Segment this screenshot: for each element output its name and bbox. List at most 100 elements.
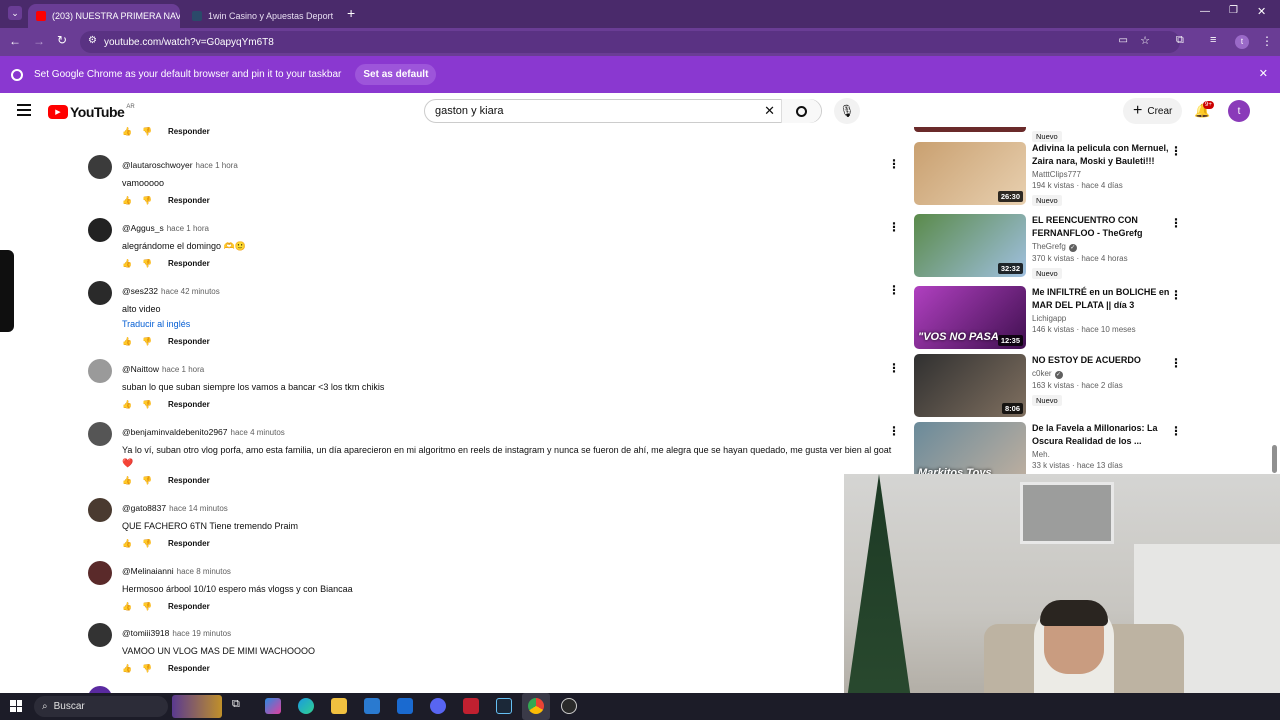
profile-avatar[interactable]: t bbox=[1235, 35, 1249, 49]
video-thumbnail[interactable]: 26:30 bbox=[914, 142, 1026, 205]
commenter-avatar[interactable] bbox=[88, 218, 112, 242]
antivirus-shield-icon[interactable] bbox=[463, 698, 479, 714]
commenter-handle[interactable]: @ses232 bbox=[122, 286, 158, 296]
commenter-avatar[interactable] bbox=[88, 623, 112, 647]
back-arrow-icon[interactable]: ← bbox=[9, 34, 21, 48]
like-icon[interactable]: 👍 bbox=[122, 127, 132, 136]
reload-icon[interactable]: ↻ bbox=[57, 33, 67, 47]
video-title[interactable]: De la Favela a Millonarios: La Oscura Re… bbox=[1032, 422, 1172, 448]
comment-timestamp[interactable]: hace 42 minutos bbox=[161, 287, 220, 296]
tab-1win[interactable]: 1win Casino y Apuestas Deport ✕ bbox=[184, 4, 338, 28]
microsoft-store-icon[interactable] bbox=[364, 698, 380, 714]
site-info-icon[interactable]: ⚙ bbox=[88, 35, 97, 46]
search-button[interactable] bbox=[781, 99, 821, 123]
channel-name[interactable]: TheGrefg bbox=[1032, 242, 1066, 251]
install-app-icon[interactable]: ▭ bbox=[1119, 35, 1128, 46]
file-explorer-icon[interactable] bbox=[331, 698, 347, 714]
account-avatar[interactable]: t bbox=[1228, 100, 1250, 122]
like-icon[interactable]: 👍 bbox=[122, 400, 132, 409]
commenter-handle[interactable]: @Melinaianni bbox=[122, 566, 174, 576]
dislike-icon[interactable]: 👎 bbox=[142, 602, 152, 611]
reply-button[interactable]: Responder bbox=[168, 400, 210, 409]
channel-name[interactable]: Meh. bbox=[1032, 450, 1050, 459]
dislike-icon[interactable]: 👎 bbox=[142, 400, 152, 409]
video-menu-kebab-icon[interactable]: ⋮ bbox=[1170, 288, 1182, 302]
chrome-menu-icon[interactable]: ⋮ bbox=[1261, 34, 1273, 48]
forward-arrow-icon[interactable]: → bbox=[33, 34, 45, 48]
commenter-avatar[interactable] bbox=[88, 422, 112, 446]
video-thumbnail[interactable]: 32:32 bbox=[914, 214, 1026, 277]
commenter-avatar[interactable] bbox=[88, 498, 112, 522]
side-panel-handle[interactable] bbox=[0, 250, 14, 332]
translate-link[interactable]: Traducir al inglés bbox=[122, 319, 892, 329]
like-icon[interactable]: 👍 bbox=[122, 664, 132, 673]
comment-menu-kebab-icon[interactable]: ⋮ bbox=[888, 424, 900, 438]
comment-menu-kebab-icon[interactable]: ⋮ bbox=[888, 361, 900, 375]
video-thumbnail-partial[interactable] bbox=[914, 127, 1026, 132]
voice-search-mic-icon[interactable]: 🎙 bbox=[834, 98, 860, 124]
clear-search-icon[interactable]: ✕ bbox=[764, 103, 775, 119]
commenter-handle[interactable]: @Aggus_s bbox=[122, 223, 164, 233]
close-window-icon[interactable]: ✕ bbox=[1257, 5, 1266, 18]
outlook-icon[interactable] bbox=[397, 698, 413, 714]
commenter-handle[interactable]: @benjaminvaldebenito2967 bbox=[122, 427, 228, 437]
reply-button[interactable]: Responder bbox=[168, 539, 210, 548]
commenter-avatar[interactable] bbox=[88, 281, 112, 305]
steam-icon[interactable] bbox=[496, 698, 512, 714]
commenter-avatar[interactable] bbox=[88, 561, 112, 585]
taskbar-search[interactable]: ⌕ Buscar bbox=[34, 696, 168, 717]
comment-menu-kebab-icon[interactable]: ⋮ bbox=[888, 157, 900, 171]
comment-timestamp[interactable]: hace 14 minutos bbox=[169, 504, 228, 513]
tab-list-chevron-icon[interactable]: ⌄ bbox=[8, 6, 22, 20]
bookmark-star-icon[interactable]: ☆ bbox=[1140, 34, 1150, 47]
windows-start-icon[interactable] bbox=[10, 700, 22, 712]
set-as-default-button[interactable]: Set as default bbox=[355, 64, 437, 85]
video-title[interactable]: Me INFILTRÉ en un BOLICHE en MAR DEL PLA… bbox=[1032, 286, 1172, 312]
discord-icon[interactable] bbox=[430, 698, 446, 714]
video-menu-kebab-icon[interactable]: ⋮ bbox=[1170, 424, 1182, 438]
like-icon[interactable]: 👍 bbox=[122, 337, 132, 346]
address-bar[interactable]: ⚙ youtube.com/watch?v=G0apyqYm6T8 ▭ ☆ bbox=[80, 31, 1180, 53]
edge-icon[interactable] bbox=[298, 698, 314, 714]
commenter-handle[interactable]: @lautaroschwoyer bbox=[122, 160, 193, 170]
commenter-handle[interactable]: @Naittow bbox=[122, 364, 159, 374]
comment-timestamp[interactable]: hace 1 hora bbox=[162, 365, 204, 374]
comment-timestamp[interactable]: hace 8 minutos bbox=[177, 567, 231, 576]
chrome-icon[interactable] bbox=[528, 698, 544, 714]
like-icon[interactable]: 👍 bbox=[122, 476, 132, 485]
video-thumbnail[interactable]: 8:06 bbox=[914, 354, 1026, 417]
dislike-icon[interactable]: 👎 bbox=[142, 539, 152, 548]
media-controls-icon[interactable]: ≡ bbox=[1210, 34, 1216, 46]
create-button[interactable]: + Crear bbox=[1123, 98, 1183, 124]
dislike-icon[interactable]: 👎 bbox=[142, 127, 152, 136]
like-icon[interactable]: 👍 bbox=[122, 539, 132, 548]
commenter-handle[interactable]: @gato8837 bbox=[122, 503, 166, 513]
reply-button[interactable]: Responder bbox=[168, 196, 210, 205]
dislike-icon[interactable]: 👎 bbox=[142, 337, 152, 346]
video-title[interactable]: Adivina la pelicula con Mernuel, Zaira n… bbox=[1032, 142, 1172, 168]
video-title[interactable]: EL REENCUENTRO CON FERNANFLOO - TheGrefg bbox=[1032, 214, 1172, 240]
search-input[interactable]: gaston y kiara ✕ bbox=[424, 99, 822, 123]
like-icon[interactable]: 👍 bbox=[122, 196, 132, 205]
reply-button[interactable]: Responder bbox=[168, 476, 210, 485]
dislike-icon[interactable]: 👎 bbox=[142, 476, 152, 485]
comment-menu-kebab-icon[interactable]: ⋮ bbox=[888, 283, 900, 297]
comment-timestamp[interactable]: hace 19 minutos bbox=[172, 629, 231, 638]
tab-youtube[interactable]: (203) NUESTRA PRIMERA NAVID ✕ bbox=[28, 4, 180, 28]
obs-icon[interactable] bbox=[561, 698, 577, 714]
scrollbar-thumb[interactable] bbox=[1272, 445, 1277, 473]
task-view-icon[interactable]: ⧉ bbox=[232, 698, 248, 714]
reply-button[interactable]: Responder bbox=[168, 259, 210, 268]
like-icon[interactable]: 👍 bbox=[122, 259, 132, 268]
copilot-icon[interactable] bbox=[265, 698, 281, 714]
video-title[interactable]: NO ESTOY DE ACUERDO bbox=[1032, 354, 1172, 367]
close-infobar-icon[interactable]: ✕ bbox=[1259, 67, 1268, 80]
channel-name[interactable]: Lichigapp bbox=[1032, 314, 1066, 323]
commenter-avatar[interactable] bbox=[88, 155, 112, 179]
dislike-icon[interactable]: 👎 bbox=[142, 664, 152, 673]
new-tab-plus-icon[interactable]: + bbox=[347, 5, 355, 21]
like-icon[interactable]: 👍 bbox=[122, 602, 132, 611]
restore-icon[interactable]: ❐ bbox=[1229, 5, 1238, 16]
video-menu-kebab-icon[interactable]: ⋮ bbox=[1170, 356, 1182, 370]
reply-button[interactable]: Responder bbox=[168, 664, 210, 673]
